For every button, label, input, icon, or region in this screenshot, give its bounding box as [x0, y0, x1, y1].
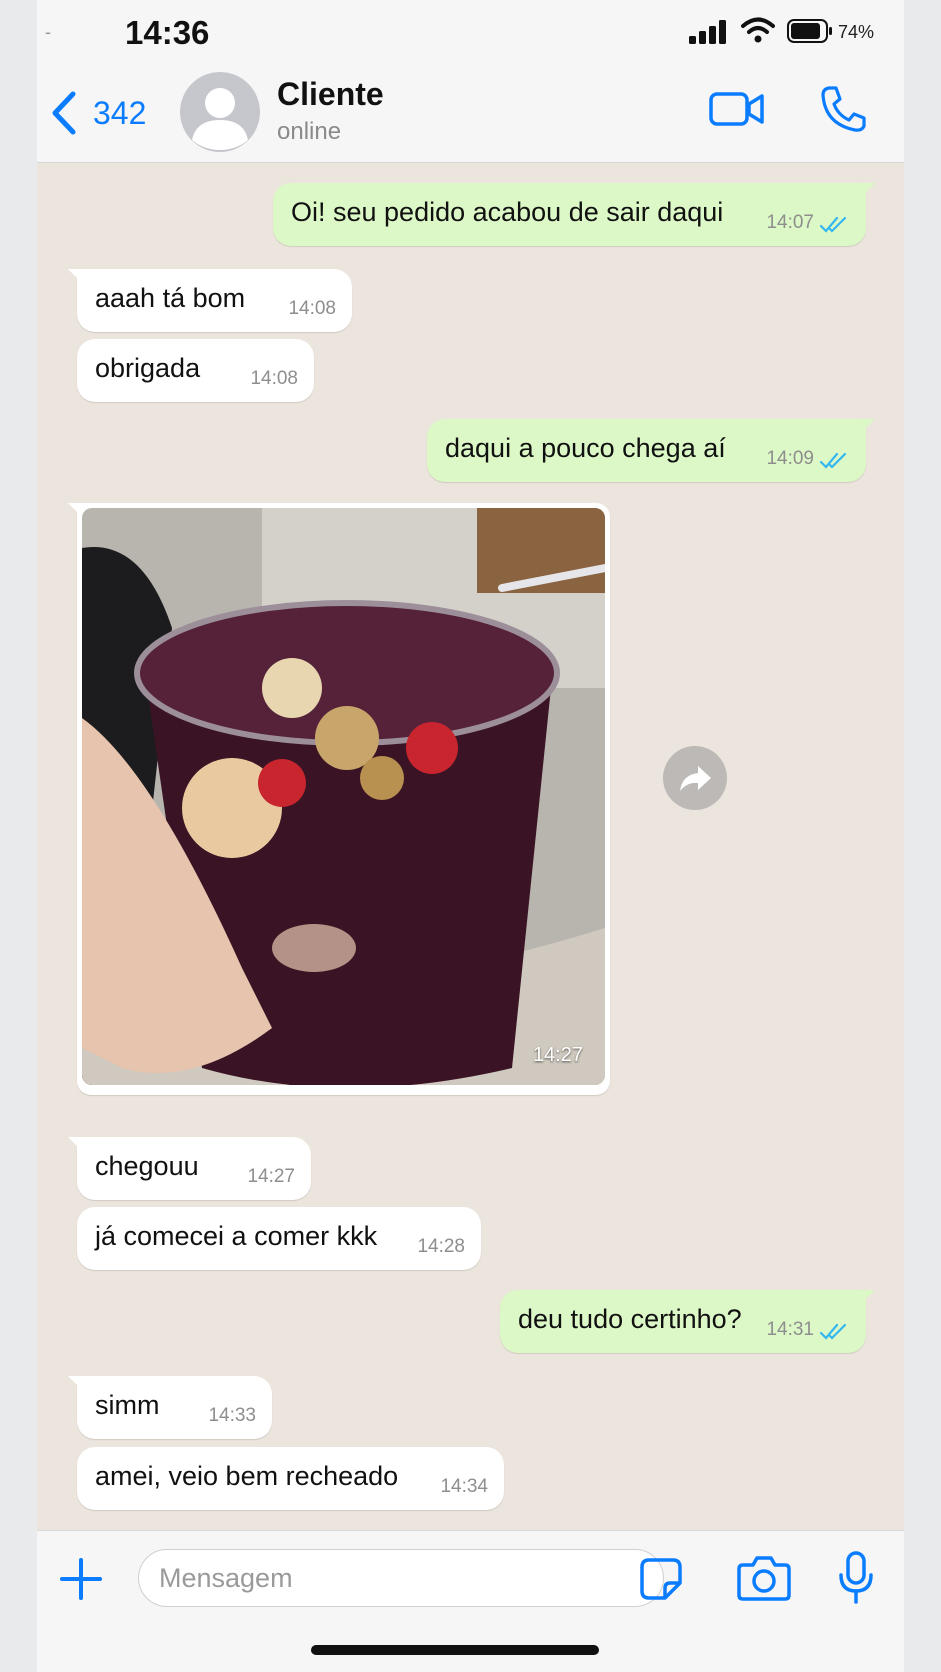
- status-time: 14:36: [125, 14, 210, 51]
- video-camera-icon[interactable]: [709, 86, 765, 132]
- photo-image: [82, 508, 605, 1085]
- forward-button[interactable]: [663, 746, 727, 810]
- battery-icon: [787, 19, 832, 43]
- status-dash: -: [45, 22, 51, 42]
- message-time: 14:08: [288, 298, 336, 319]
- status-bar: - 14:36 74%: [37, 0, 904, 64]
- message-input-bar: [37, 1530, 904, 1672]
- message-text: simm: [95, 1390, 160, 1420]
- whatsapp-chat-screen: - 14:36 74% 342 Cliente online Oi! seu p…: [37, 0, 904, 1672]
- read-ticks-icon: [820, 1323, 847, 1340]
- message-text: Oi! seu pedido acabou de sair daqui: [291, 197, 724, 227]
- battery-percentage: 74%: [838, 22, 875, 42]
- phone-icon[interactable]: [819, 84, 867, 134]
- wifi-icon: [741, 17, 775, 43]
- message-outgoing[interactable]: Oi! seu pedido acabou de sair daqui 14:0…: [273, 183, 875, 246]
- message-text: aaah tá bom: [95, 283, 246, 313]
- contact-status: online: [277, 118, 342, 145]
- chevron-left-icon: [52, 91, 76, 135]
- plus-icon[interactable]: [59, 1557, 103, 1601]
- acai-cup-photo[interactable]: 14:27: [82, 508, 605, 1085]
- contact-name[interactable]: Cliente: [277, 76, 384, 113]
- message-time: 14:33: [208, 1405, 256, 1426]
- message-incoming[interactable]: chegouu 14:27: [68, 1137, 311, 1200]
- camera-icon[interactable]: [737, 1555, 791, 1601]
- message-time: 14:34: [440, 1476, 488, 1497]
- home-indicator: [311, 1645, 599, 1655]
- message-text: já comecei a comer kkk: [95, 1221, 378, 1251]
- message-input[interactable]: [138, 1549, 664, 1607]
- message-time: 14:28: [417, 1236, 465, 1257]
- forward-icon: [680, 766, 711, 791]
- message-incoming[interactable]: amei, veio bem recheado 14:34: [77, 1447, 504, 1510]
- message-incoming[interactable]: aaah tá bom 14:08: [68, 269, 352, 332]
- chat-messages: Oi! seu pedido acabou de sair daqui 14:0…: [37, 163, 904, 1530]
- message-outgoing[interactable]: deu tudo certinho? 14:31: [500, 1290, 875, 1353]
- message-incoming[interactable]: simm 14:33: [68, 1376, 272, 1439]
- unread-count: 342: [93, 94, 147, 131]
- message-time: 14:27: [532, 1044, 583, 1066]
- message-outgoing[interactable]: daqui a pouco chega aí 14:09: [427, 419, 875, 482]
- message-incoming[interactable]: já comecei a comer kkk 14:28: [77, 1207, 481, 1270]
- image-message[interactable]: 14:27: [68, 503, 610, 1095]
- message-text: amei, veio bem recheado: [95, 1461, 399, 1491]
- message-incoming[interactable]: obrigada 14:08: [77, 339, 314, 402]
- message-time: 14:07: [766, 212, 814, 233]
- read-ticks-icon: [820, 216, 847, 233]
- microphone-icon[interactable]: [838, 1551, 874, 1605]
- message-text: obrigada: [95, 353, 201, 383]
- avatar[interactable]: [180, 72, 260, 152]
- message-text: chegouu: [95, 1151, 199, 1181]
- sticker-icon[interactable]: [639, 1557, 683, 1601]
- back-button[interactable]: 342: [49, 88, 146, 138]
- message-time: 14:09: [766, 448, 814, 469]
- chat-header: 342 Cliente online: [37, 64, 904, 163]
- avatar-placeholder-icon: [192, 88, 248, 150]
- message-time: 14:08: [250, 368, 298, 389]
- message-time: 14:27: [247, 1166, 295, 1187]
- message-time: 14:31: [766, 1319, 814, 1340]
- message-text: deu tudo certinho?: [518, 1304, 742, 1334]
- read-ticks-icon: [820, 452, 847, 469]
- message-text: daqui a pouco chega aí: [445, 433, 726, 463]
- signal-icon: [689, 20, 726, 44]
